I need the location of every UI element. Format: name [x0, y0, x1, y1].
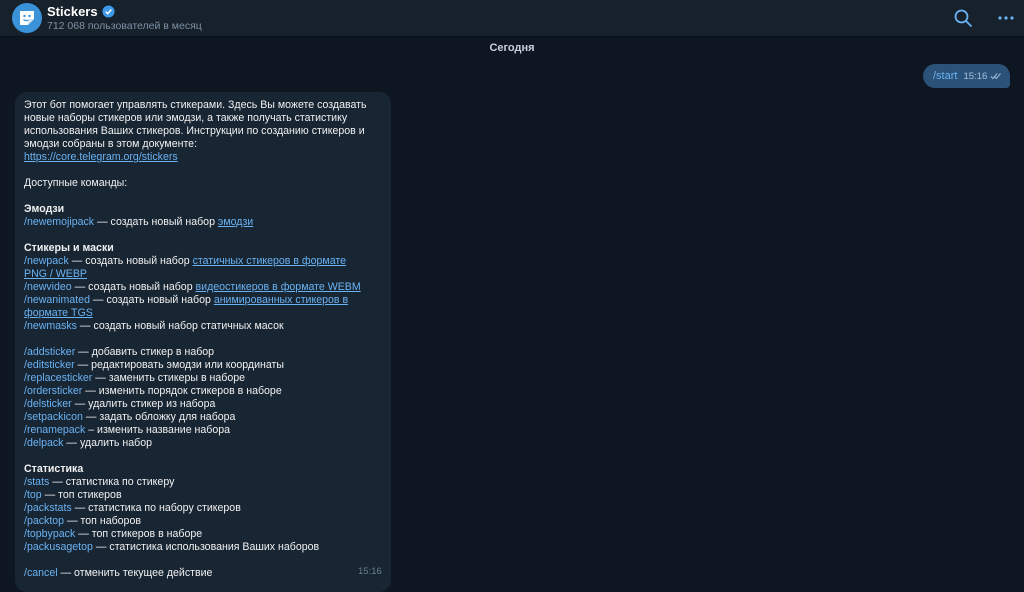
command-line: /packtop — топ наборов: [24, 515, 384, 528]
command-desc: — удалить набор: [63, 437, 152, 449]
command-line: /packusagetop — статистика использования…: [24, 541, 384, 554]
command-top[interactable]: /top: [24, 489, 42, 501]
animated-stickers-link[interactable]: анимированных стикеров в: [214, 294, 348, 306]
intro-line: Этот бот помогает управлять стикерами. З…: [24, 99, 367, 111]
intro-line: новые наборы стикеров или эмодзи, а такж…: [24, 112, 348, 124]
command-line: /topbypack — топ стикеров в наборе: [24, 528, 384, 541]
search-button[interactable]: [951, 6, 975, 30]
command-desc: — создать новый набор: [94, 216, 218, 228]
command-line: /newpack — создать новый набор статичных…: [24, 255, 384, 268]
command-line: /addsticker — добавить стикер в набор: [24, 346, 384, 359]
command-desc: — редактировать эмодзи или координаты: [74, 359, 285, 371]
command-desc: — статистика использования Ваших наборов: [92, 541, 320, 553]
command-delsticker[interactable]: /delsticker: [24, 398, 72, 410]
command-line: /newvideo — создать новый набор видеости…: [24, 281, 384, 294]
incoming-message-time: 15:16: [358, 566, 382, 577]
command-delpack[interactable]: /delpack: [24, 437, 63, 449]
command-desc: — заменить стикеры в наборе: [92, 372, 246, 384]
static-stickers-link[interactable]: статичных стикеров в формате: [193, 255, 346, 267]
command-line: /top — топ стикеров: [24, 489, 384, 502]
command-line: /replacesticker — заменить стикеры в наб…: [24, 372, 384, 385]
intro-line: эмодзи собраны в этом документе:: [24, 138, 198, 150]
command-desc: — статистика по стикеру: [49, 476, 175, 488]
command-desc: — отменить текущее действие: [57, 567, 213, 579]
static-stickers-link-cont[interactable]: PNG / WEBP: [24, 268, 87, 280]
bot-avatar-icon[interactable]: [12, 3, 42, 33]
command-line: /packstats — статистика по набору стикер…: [24, 502, 384, 515]
docs-link[interactable]: https://core.telegram.org/stickers: [24, 151, 178, 163]
command-line: /editsticker — редактировать эмодзи или …: [24, 359, 384, 372]
command-newemojipack[interactable]: /newemojipack: [24, 216, 94, 228]
command-line: /newemojipack — создать новый набор эмод…: [24, 216, 384, 229]
command-line: /cancel — отменить текущее действие: [24, 567, 384, 580]
chat-header: Stickers 712 068 пользователей в месяц: [0, 0, 1024, 37]
command-newmasks[interactable]: /newmasks: [24, 320, 77, 332]
command-packtop[interactable]: /packtop: [24, 515, 64, 527]
outgoing-message[interactable]: /start 15:16: [923, 64, 1010, 88]
video-stickers-link[interactable]: видеостикеров в формате WEBM: [196, 281, 361, 293]
verified-icon: [102, 5, 115, 18]
animated-stickers-link-cont[interactable]: формате TGS: [24, 307, 93, 319]
more-icon: [998, 16, 1014, 20]
incoming-message: Этот бот помогает управлять стикерами. З…: [24, 99, 384, 580]
command-line: /delsticker — удалить стикер из набора: [24, 398, 384, 411]
command-packusagetop[interactable]: /packusagetop: [24, 541, 93, 553]
command-renamepack[interactable]: /renamepack: [24, 424, 85, 436]
command-ordersticker[interactable]: /ordersticker: [24, 385, 82, 397]
outgoing-message-time: 15:16: [963, 70, 988, 82]
command-stats[interactable]: /stats: [24, 476, 49, 488]
command-line: /delpack — удалить набор: [24, 437, 384, 450]
commands-heading: Доступные команды:: [24, 177, 128, 189]
command-cancel[interactable]: /cancel: [24, 567, 58, 579]
command-line: /newanimated — создать новый набор аними…: [24, 294, 384, 307]
outgoing-message-text[interactable]: /start: [933, 70, 957, 82]
command-editsticker[interactable]: /editsticker: [24, 359, 75, 371]
command-desc: — статистика по набору стикеров: [71, 502, 241, 514]
command-desc: — добавить стикер в набор: [75, 346, 215, 358]
command-desc: — создать новый набор: [71, 281, 196, 293]
command-desc: — изменить порядок стикеров в наборе: [82, 385, 282, 397]
command-replacesticker[interactable]: /replacesticker: [24, 372, 92, 384]
command-desc: — создать новый набор: [89, 294, 214, 306]
command-desc: — задать обложку для набора: [82, 411, 236, 423]
command-desc: — создать новый набор: [68, 255, 193, 267]
stickers-heading: Стикеры и маски: [24, 242, 114, 254]
command-desc: — создать новый набор статичных масок: [76, 320, 284, 332]
chat-title[interactable]: Stickers: [47, 4, 98, 19]
search-icon: [954, 9, 972, 27]
chat-title-row[interactable]: Stickers: [47, 4, 115, 19]
more-button[interactable]: [994, 6, 1018, 30]
command-desc: — топ стикеров в наборе: [75, 528, 203, 540]
command-line: /stats — статистика по стикеру: [24, 476, 384, 489]
command-packstats[interactable]: /packstats: [24, 502, 72, 514]
double-check-icon: [990, 73, 1002, 80]
command-topbypack[interactable]: /topbypack: [24, 528, 75, 540]
command-line: /ordersticker — изменить порядок стикеро…: [24, 385, 384, 398]
command-line: /newmasks — создать новый набор статичны…: [24, 320, 384, 333]
chat-subtitle: 712 068 пользователей в месяц: [47, 20, 202, 32]
command-desc: — удалить стикер из набора: [71, 398, 216, 410]
command-newvideo[interactable]: /newvideo: [24, 281, 72, 293]
stats-heading: Статистика: [24, 463, 84, 475]
command-desc: — топ стикеров: [41, 489, 122, 501]
emoji-link[interactable]: эмодзи: [218, 216, 253, 228]
emoji-heading: Эмодзи: [24, 203, 65, 215]
command-line: /setpackicon — задать обложку для набора: [24, 411, 384, 424]
command-line: /renamepack – изменить название набора: [24, 424, 384, 437]
command-newanimated[interactable]: /newanimated: [24, 294, 90, 306]
command-addsticker[interactable]: /addsticker: [24, 346, 75, 358]
command-desc: – изменить название набора: [85, 424, 231, 436]
date-separator: Сегодня: [489, 42, 535, 54]
intro-line: использования Ваших стикеров. Инструкции…: [24, 125, 365, 137]
command-setpackicon[interactable]: /setpackicon: [24, 411, 83, 423]
command-newpack[interactable]: /newpack: [24, 255, 69, 267]
command-desc: — топ наборов: [64, 515, 141, 527]
